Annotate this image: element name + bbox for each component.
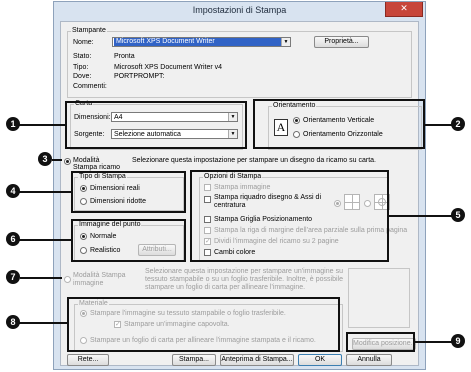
callout-leader-4 <box>18 191 71 193</box>
chevron-down-icon: ▼ <box>281 38 290 46</box>
properties-button[interactable]: Proprietà... <box>314 36 369 48</box>
image-mode-radio[interactable] <box>64 276 71 283</box>
status-value: Pronta <box>114 53 135 60</box>
ok-button[interactable]: OK <box>298 354 342 366</box>
type-value: Microsoft XPS Document Writer v4 <box>114 64 223 71</box>
type-label: Tipo: <box>73 64 89 71</box>
callout-badge-3: 3 <box>38 152 52 166</box>
status-label: Stato: <box>73 53 92 60</box>
comment-label: Commenti: <box>73 83 107 90</box>
window-title: Impostazioni di Stampa <box>192 5 287 15</box>
print-button[interactable]: Stampa... <box>172 354 216 366</box>
printer-name-label: Nome: <box>73 39 94 46</box>
callout-leader-9 <box>415 341 453 343</box>
printer-name-value: Microsoft XPS Document Writer <box>114 38 284 46</box>
callout-leader-7 <box>20 277 62 279</box>
callout-leader-1 <box>18 124 65 126</box>
print-preview-button[interactable]: Anteprima di Stampa... <box>220 354 294 366</box>
callout-box-6 <box>71 219 186 262</box>
callout-badge-9: 9 <box>451 334 465 348</box>
callout-box-5 <box>190 170 389 262</box>
network-button[interactable]: Rete... <box>67 354 109 366</box>
callout-box-9 <box>346 332 415 352</box>
callout-box-8 <box>67 297 340 352</box>
embroidery-mode-radio[interactable] <box>64 158 71 165</box>
image-preview-area <box>348 268 410 328</box>
image-mode-description: Selezionare questa impostazione per stam… <box>145 268 343 291</box>
callout-badge-6: 6 <box>6 232 20 246</box>
callout-leader-8 <box>18 322 67 324</box>
where-label: Dove: <box>73 73 92 80</box>
callout-leader-2 <box>425 124 453 126</box>
callout-badge-8: 8 <box>6 315 20 329</box>
cancel-button[interactable]: Annulla <box>346 354 392 366</box>
callout-badge-7: 7 <box>6 270 20 284</box>
callout-box-2 <box>253 99 425 149</box>
callout-leader-3 <box>52 159 62 161</box>
image-mode-label: Modalità Stampa immagine <box>73 272 126 287</box>
printer-name-select[interactable]: Microsoft XPS Document Writer ▼ <box>112 37 291 47</box>
callout-leader-5 <box>389 215 453 217</box>
callout-badge-1: 1 <box>6 117 20 131</box>
callout-box-4 <box>71 171 186 213</box>
callout-badge-4: 4 <box>6 184 20 198</box>
embroidery-mode-label: Modalità Stampa ricamo <box>73 157 121 171</box>
callout-badge-5: 5 <box>451 208 465 222</box>
embroidery-mode-description: Selezionare questa impostazione per stam… <box>132 157 376 164</box>
callout-box-1 <box>65 101 247 149</box>
callout-badge-2: 2 <box>451 117 465 131</box>
printer-legend: Stampante <box>71 27 107 35</box>
where-value: PORTPROMPT: <box>114 73 165 80</box>
callout-leader-6 <box>18 239 71 241</box>
close-button[interactable]: ✕ <box>385 2 423 17</box>
